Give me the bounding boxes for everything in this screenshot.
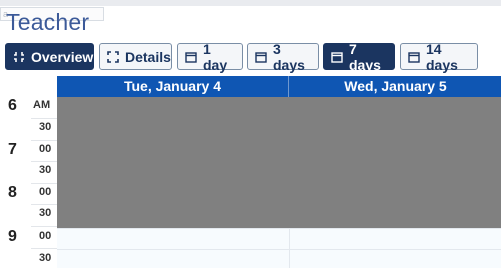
minute-label: 00 xyxy=(39,230,52,242)
calendar-grid: Tue, January 4 Wed, January 5 6 AM 30 7 … xyxy=(0,76,501,268)
day-header-row: Tue, January 4 Wed, January 5 xyxy=(57,76,501,97)
calendar-icon xyxy=(255,51,267,63)
three-days-button-label: 3 days xyxy=(273,40,305,73)
fourteen-days-button[interactable]: 14 days xyxy=(400,40,478,73)
gutter-line xyxy=(31,204,57,205)
day-header-tue[interactable]: Tue, January 4 xyxy=(57,76,289,97)
overview-button[interactable]: Overview xyxy=(5,43,94,70)
expand-icon xyxy=(107,50,119,63)
gutter-line xyxy=(31,183,57,184)
gutter-line xyxy=(31,118,57,119)
minute-label: 00 xyxy=(39,143,52,155)
page-title: Teacher xyxy=(6,9,90,35)
one-day-button-label: 1 day xyxy=(203,40,228,73)
seven-days-button-label: 7 days xyxy=(349,40,381,73)
one-day-button[interactable]: 1 day xyxy=(177,40,243,73)
ampm-label: AM xyxy=(33,99,51,111)
gutter-line xyxy=(31,140,57,141)
grid-line xyxy=(57,249,501,250)
compress-icon xyxy=(14,51,24,62)
gutter-line xyxy=(31,248,57,249)
details-button-label: Details xyxy=(125,48,171,65)
calendar-icon xyxy=(185,51,197,63)
gutter-line xyxy=(31,161,57,162)
calendar-icon xyxy=(331,51,343,63)
fourteen-days-button-label: 14 days xyxy=(426,40,458,73)
minute-label: 30 xyxy=(39,252,52,264)
details-button[interactable]: Details xyxy=(99,43,172,70)
seven-days-button[interactable]: 7 days xyxy=(323,40,395,73)
day-header-wed[interactable]: Wed, January 5 xyxy=(290,76,501,97)
hour-label-7: 7 xyxy=(8,141,17,158)
calendar-icon xyxy=(408,51,420,63)
overview-button-label: Overview xyxy=(31,48,94,65)
minute-label: 30 xyxy=(39,207,52,219)
time-gutter: 6 AM 30 7 00 30 8 00 30 9 00 30 xyxy=(0,97,57,268)
unavailable-block xyxy=(57,97,501,228)
hour-label-8: 8 xyxy=(8,184,17,201)
hour-label-9: 9 xyxy=(8,228,17,245)
hour-label-6: 6 xyxy=(8,97,17,114)
gutter-line xyxy=(31,226,57,227)
three-days-button[interactable]: 3 days xyxy=(247,40,319,73)
grid-line xyxy=(57,228,501,229)
minute-label: 00 xyxy=(39,186,52,198)
top-bar xyxy=(0,0,501,6)
minute-label: 30 xyxy=(39,164,52,176)
calendar-body[interactable] xyxy=(57,97,501,268)
minute-label: 30 xyxy=(39,121,52,133)
